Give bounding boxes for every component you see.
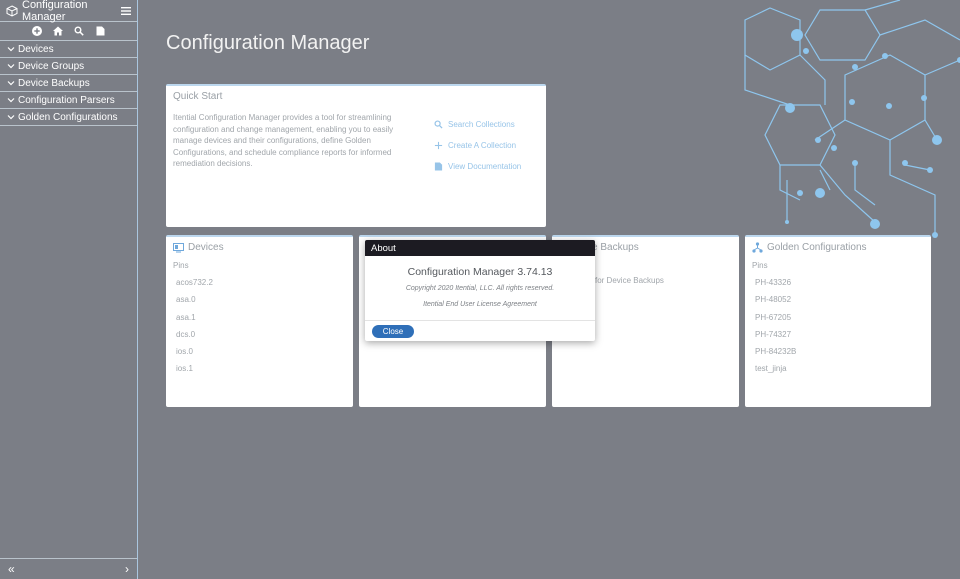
link-label: View Documentation [448,162,522,171]
chevron-down-icon [7,98,15,103]
devices-card-title: Devices [188,242,224,253]
sidebar-item-devices[interactable]: Devices [0,41,137,58]
link-label: Search Collections [448,120,515,129]
tree-icon [752,242,763,253]
golden-config-pin[interactable]: PH-43326 [745,274,931,291]
app-title: Configuration Manager [22,0,88,23]
document-icon [434,162,443,171]
eula-link[interactable]: Itential End User License Agreement [365,301,595,308]
golden-config-pin[interactable]: test_jinja [745,360,931,377]
golden-config-pin[interactable]: PH-74327 [745,326,931,343]
link-label: Create A Collection [448,141,517,150]
search-icon[interactable] [73,25,85,37]
collapse-sidebar-button[interactable]: « [8,562,15,576]
golden-configurations-card-header: Golden Configurations [745,237,931,258]
pins-label: Pins [173,261,189,270]
sidebar-header: Configuration Manager [0,0,137,23]
quick-start-title: Quick Start [173,91,223,102]
sidebar-item-device-groups[interactable]: Device Groups [0,58,137,75]
sidebar-item-label: Device Groups [18,60,85,72]
copyright-text: Copyright 2020 Itential, LLC. All rights… [405,285,555,292]
chevron-down-icon [7,81,15,86]
pins-label: Pins [752,261,768,270]
hamburger-menu-icon[interactable] [121,6,131,16]
sidebar-item-label: Devices [18,43,54,55]
device-backups-empty-text: for Device Backups [595,276,664,285]
chevron-down-icon [7,115,15,120]
sidebar-item-configuration-parsers[interactable]: Configuration Parsers [0,92,137,109]
golden-config-pin[interactable]: PH-67205 [745,309,931,326]
plus-icon [434,141,443,150]
device-pin[interactable]: ios.0 [166,343,353,360]
device-pin[interactable]: asa.1 [166,309,353,326]
device-backups-card-title: e Backups [592,242,639,253]
device-pin[interactable]: asa.0 [166,291,353,308]
sidebar-item-device-backups[interactable]: Device Backups [0,75,137,92]
sidebar-item-label: Golden Configurations [18,111,118,123]
add-icon[interactable] [31,25,43,37]
view-documentation-link[interactable]: View Documentation [434,156,521,177]
home-icon[interactable] [52,25,64,37]
about-dialog: About Configuration Manager 3.74.13 Copy… [365,240,595,341]
about-dialog-body: Configuration Manager 3.74.13 Copyright … [365,266,595,308]
sidebar-toolbar [0,22,137,41]
devices-card: Devices Pins acos732.2 asa.0 asa.1 dcs.0… [166,235,353,407]
document-icon[interactable] [94,25,106,37]
search-icon [434,120,443,129]
sidebar: Configuration Manager Devices Device Gro… [0,0,138,579]
device-pin[interactable]: dcs.0 [166,326,353,343]
sidebar-item-label: Configuration Parsers [18,94,115,106]
device-pin[interactable]: acos732.2 [166,274,353,291]
quick-start-description: Itential Configuration Manager provides … [173,113,394,168]
version-text: Configuration Manager 3.74.13 [407,266,553,278]
golden-config-pin[interactable]: PH-84232B [745,343,931,360]
sidebar-item-label: Device Backups [18,77,90,89]
devices-icon [173,243,184,253]
expand-button[interactable]: › [125,562,129,576]
quick-start-links: Search Collections Create A Collection V… [434,114,521,177]
close-button[interactable]: Close [372,324,414,338]
quick-start-card: Quick Start Itential Configuration Manag… [166,84,546,227]
about-dialog-title: About [365,240,595,256]
sidebar-item-golden-configurations[interactable]: Golden Configurations [0,109,137,126]
golden-config-pin[interactable]: PH-48052 [745,291,931,308]
devices-card-header: Devices [166,237,353,258]
create-collection-link[interactable]: Create A Collection [434,135,521,156]
page-title: Configuration Manager [166,32,370,54]
about-dialog-footer: Close [365,320,595,341]
circuit-decoration [744,0,960,238]
golden-configurations-card: Golden Configurations Pins PH-43326 PH-4… [745,235,931,407]
device-pin[interactable]: ios.1 [166,360,353,377]
golden-configurations-card-title: Golden Configurations [767,242,867,253]
sidebar-footer: « › [0,558,137,579]
search-collections-link[interactable]: Search Collections [434,114,521,135]
chevron-down-icon [7,64,15,69]
chevron-down-icon [7,47,15,52]
cube-icon [6,4,18,17]
